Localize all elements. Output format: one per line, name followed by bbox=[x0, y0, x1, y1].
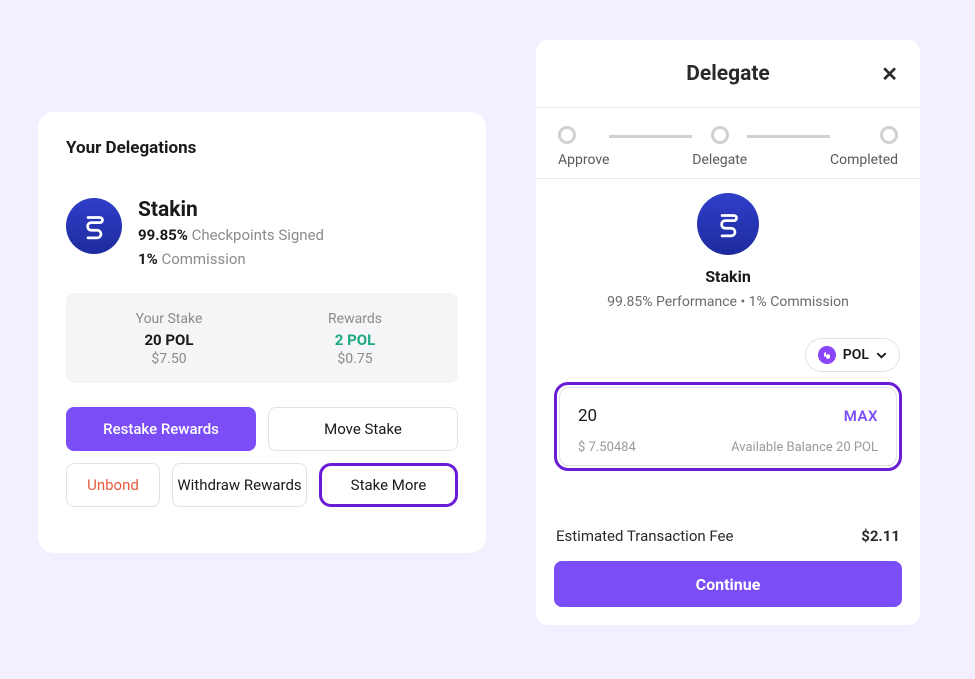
step-dot bbox=[711, 126, 729, 144]
validator-name: Stakin bbox=[138, 198, 324, 223]
delegate-modal: Delegate ✕ Approve Delegate Completed St… bbox=[536, 40, 920, 625]
step-completed: Completed bbox=[830, 126, 898, 168]
available-balance: Available Balance 20 POL bbox=[731, 440, 878, 455]
stats-box: Your Stake 20 POL $7.50 Rewards 2 POL $0… bbox=[66, 293, 458, 383]
buttons-row-2: Unbond Withdraw Rewards Stake More bbox=[66, 463, 458, 507]
fee-value: $2.11 bbox=[861, 527, 900, 545]
stakin-icon bbox=[77, 209, 111, 243]
amount-usd: $ 7.50484 bbox=[578, 440, 636, 455]
unbond-button[interactable]: Unbond bbox=[66, 463, 160, 507]
fee-row: Estimated Transaction Fee $2.11 bbox=[554, 527, 902, 545]
move-stake-button[interactable]: Move Stake bbox=[268, 407, 458, 451]
modal-body: Stakin 99.85% Performance • 1% Commissio… bbox=[536, 179, 920, 625]
continue-button[interactable]: Continue bbox=[554, 561, 902, 607]
validator-logo bbox=[66, 198, 122, 254]
buttons-row-1: Restake Rewards Move Stake bbox=[66, 407, 458, 451]
amount-box: MAX $ 7.50484 Available Balance 20 POL bbox=[554, 382, 902, 471]
validator-row: Stakin 99.85% Checkpoints Signed 1% Comm… bbox=[66, 198, 458, 271]
step-line bbox=[747, 135, 830, 138]
stat-rewards: Rewards 2 POL $0.75 bbox=[262, 311, 448, 367]
token-symbol: POL bbox=[843, 347, 869, 363]
stakin-icon bbox=[711, 207, 745, 241]
validator-commission: 1% Commission bbox=[138, 247, 324, 271]
max-button[interactable]: MAX bbox=[844, 407, 878, 425]
polygon-icon bbox=[818, 346, 836, 364]
modal-header: Delegate ✕ bbox=[536, 40, 920, 108]
modal-title: Delegate bbox=[686, 62, 770, 86]
token-selector[interactable]: POL bbox=[805, 338, 900, 372]
step-dot bbox=[880, 126, 898, 144]
chevron-down-icon bbox=[876, 350, 887, 361]
stepper: Approve Delegate Completed bbox=[536, 108, 920, 179]
step-dot bbox=[558, 126, 576, 144]
delegations-title: Your Delegations bbox=[66, 138, 458, 158]
close-icon[interactable]: ✕ bbox=[881, 62, 898, 86]
modal-validator: Stakin 99.85% Performance • 1% Commissio… bbox=[554, 193, 902, 310]
validator-info: Stakin 99.85% Checkpoints Signed 1% Comm… bbox=[138, 198, 324, 271]
stake-more-button[interactable]: Stake More bbox=[319, 463, 458, 507]
fee-label: Estimated Transaction Fee bbox=[556, 527, 733, 545]
validator-checkpoints: 99.85% Checkpoints Signed bbox=[138, 223, 324, 247]
restake-button[interactable]: Restake Rewards bbox=[66, 407, 256, 451]
step-approve: Approve bbox=[558, 126, 609, 168]
amount-input[interactable] bbox=[578, 406, 698, 426]
validator-logo bbox=[697, 193, 759, 255]
withdraw-rewards-button[interactable]: Withdraw Rewards bbox=[172, 463, 307, 507]
step-delegate: Delegate bbox=[692, 126, 747, 168]
delegations-card: Your Delegations Stakin 99.85% Checkpoin… bbox=[38, 112, 486, 553]
modal-validator-sub: 99.85% Performance • 1% Commission bbox=[607, 294, 849, 310]
modal-validator-name: Stakin bbox=[705, 267, 751, 286]
step-line bbox=[609, 135, 692, 138]
stat-stake: Your Stake 20 POL $7.50 bbox=[76, 311, 262, 367]
